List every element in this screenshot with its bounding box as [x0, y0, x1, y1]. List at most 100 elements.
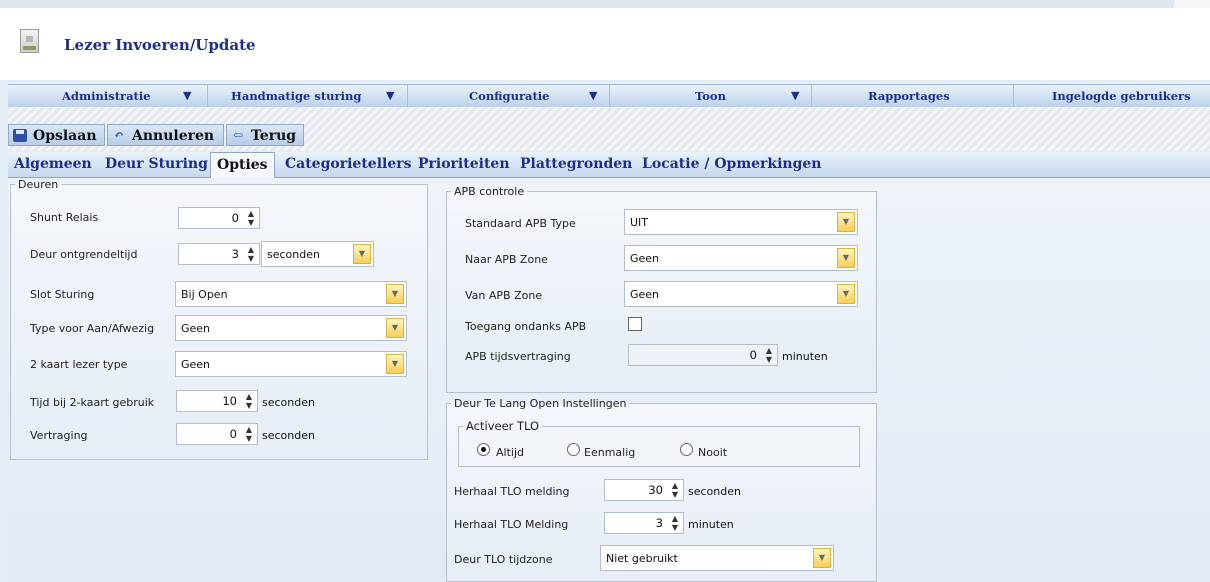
spin-arrows-icon[interactable]: ▲ ▼	[766, 346, 772, 364]
shunt-relais-value: 0	[231, 211, 239, 225]
shunt-relais-label: Shunt Relais	[30, 211, 99, 224]
back-button[interactable]: ⇦ Terug	[226, 124, 304, 146]
toegang-ondanks-apb-checkbox[interactable]	[628, 317, 642, 331]
standaard-apb-type-label: Standaard APB Type	[465, 217, 576, 230]
spin-arrows-icon[interactable]: ▲ ▼	[672, 481, 678, 499]
van-apb-zone-label: Van APB Zone	[465, 289, 543, 302]
tijd-2kaart-stepper[interactable]: 10 ▲ ▼	[176, 390, 258, 412]
menu-administratie[interactable]: Administratie ▼	[8, 85, 208, 107]
tijd-2kaart-value: 10	[222, 394, 237, 408]
deur-ontgrendeltijd-stepper[interactable]: 3 ▲ ▼	[178, 243, 260, 265]
vertraging-stepper[interactable]: 0 ▲ ▼	[176, 423, 258, 445]
deur-ontgrendeltijd-label: Deur ontgrendeltijd	[30, 248, 138, 261]
menu-configuratie[interactable]: Configuratie ▼	[408, 85, 610, 107]
naar-apb-zone-select[interactable]: Geen ▼	[624, 245, 858, 271]
page-title: Lezer Invoeren/Update	[64, 36, 256, 54]
apb-tijdsvertraging-label: APB tijdsvertraging	[465, 350, 571, 363]
kaart-lezer-type-label: 2 kaart lezer type	[30, 358, 128, 371]
window-corner	[1090, 0, 1210, 8]
dropdown-arrow-icon[interactable]: ▼	[813, 548, 831, 568]
ontgrendeltijd-unit-select[interactable]: seconden ▼	[261, 241, 374, 267]
menu-toon[interactable]: Toon ▼	[610, 85, 812, 107]
menu-ingelogde-gebruikers[interactable]: Ingelogde gebruikers	[1014, 85, 1210, 107]
back-arrow-icon: ⇦	[232, 128, 244, 142]
radio-nooit[interactable]	[680, 443, 693, 456]
menu-label: Rapportages	[868, 89, 950, 103]
dropdown-arrow-icon[interactable]: ▼	[837, 248, 855, 268]
spin-arrows-icon[interactable]: ▲ ▼	[248, 209, 254, 227]
menu-label: Configuratie	[469, 89, 550, 103]
tab-locatie-opmerkingen[interactable]: Locatie / Opmerkingen	[642, 152, 821, 177]
save-label: Opslaan	[33, 128, 97, 144]
chevron-down-icon: ▼	[589, 89, 598, 102]
slot-sturing-label: Slot Sturing	[30, 288, 95, 301]
vertraging-unit: seconden	[262, 429, 315, 442]
chevron-down-icon: ▼	[386, 89, 395, 102]
vertraging-label: Vertraging	[30, 429, 88, 442]
radio-nooit-label: Nooit	[698, 446, 728, 459]
deur-tlo-tijdzone-select[interactable]: Niet gebruikt ▼	[600, 545, 834, 571]
van-apb-zone-select[interactable]: Geen ▼	[624, 281, 858, 307]
standaard-apb-type-select[interactable]: UIT ▼	[624, 209, 858, 235]
tab-plattegronden[interactable]: Plattegronden	[520, 152, 632, 177]
van-apb-zone-value: Geen	[630, 288, 660, 301]
menu-rapportages[interactable]: Rapportages	[812, 85, 1014, 107]
spin-arrows-icon[interactable]: ▲ ▼	[246, 425, 252, 443]
herhaal-tlo-melding-min-unit: minuten	[688, 518, 734, 531]
standaard-apb-type-value: UIT	[630, 216, 649, 229]
naar-apb-zone-value: Geen	[630, 252, 660, 265]
activeer-tlo-legend: Activeer TLO	[466, 419, 540, 433]
tlo-legend: Deur Te Lang Open Instellingen	[454, 397, 627, 410]
cancel-button[interactable]: ↶ Annuleren	[107, 124, 224, 146]
radio-altijd-label: Altijd	[496, 446, 524, 459]
tab-algemeen[interactable]: Algemeen	[14, 152, 92, 177]
tab-prioriteiten[interactable]: Prioriteiten	[418, 152, 510, 177]
ontgrendeltijd-unit-value: seconden	[267, 248, 320, 261]
chevron-down-icon: ▼	[183, 89, 192, 102]
type-aan-afwezig-select[interactable]: Geen ▼	[175, 315, 407, 341]
tijd-2kaart-unit: seconden	[262, 396, 315, 409]
slot-sturing-value: Bij Open	[181, 288, 228, 301]
dropdown-arrow-icon[interactable]: ▼	[386, 354, 404, 374]
herhaal-tlo-melding-label: Herhaal TLO melding	[454, 485, 570, 498]
dropdown-arrow-icon[interactable]: ▼	[386, 318, 404, 338]
herhaal-tlo-melding-min-label: Herhaal TLO Melding	[454, 518, 569, 531]
cancel-label: Annuleren	[132, 128, 215, 144]
menu-handmatige-sturing[interactable]: Handmatige sturing ▼	[208, 85, 408, 107]
herhaal-tlo-melding-unit: seconden	[688, 485, 741, 498]
dropdown-arrow-icon[interactable]: ▼	[353, 244, 371, 264]
herhaal-tlo-melding-stepper[interactable]: 30 ▲ ▼	[604, 479, 684, 501]
menu-label: Administratie	[62, 89, 151, 103]
tab-opties[interactable]: Opties	[210, 152, 275, 178]
radio-eenmalig[interactable]	[567, 443, 580, 456]
tab-categorietellers[interactable]: Categorietellers	[285, 152, 412, 177]
save-button[interactable]: Opslaan	[8, 124, 105, 146]
spin-arrows-icon[interactable]: ▲ ▼	[248, 245, 254, 263]
main-menu: Administratie ▼ Handmatige sturing ▼ Con…	[8, 84, 1210, 108]
spin-arrows-icon[interactable]: ▲ ▼	[246, 392, 252, 410]
shunt-relais-stepper[interactable]: 0 ▲ ▼	[178, 207, 260, 229]
back-label: Terug	[251, 128, 297, 144]
deur-tlo-tijdzone-label: Deur TLO tijdzone	[454, 553, 553, 566]
dropdown-arrow-icon[interactable]: ▼	[386, 284, 404, 304]
deuren-legend: Deuren	[18, 178, 59, 191]
radio-altijd[interactable]	[477, 443, 490, 456]
herhaal-tlo-melding-min-value: 3	[655, 516, 663, 530]
deur-ontgrendeltijd-value: 3	[231, 247, 239, 261]
floppy-disk-icon	[13, 129, 27, 142]
dropdown-arrow-icon[interactable]: ▼	[837, 212, 855, 232]
dropdown-arrow-icon[interactable]: ▼	[837, 284, 855, 304]
menu-label: Handmatige sturing	[231, 89, 362, 103]
apb-tijdsvertraging-stepper[interactable]: 0 ▲ ▼	[628, 344, 778, 366]
tab-deur-sturing[interactable]: Deur Sturing	[105, 152, 208, 177]
herhaal-tlo-melding-min-stepper[interactable]: 3 ▲ ▼	[604, 512, 684, 534]
apb-tijdsvertraging-value: 0	[749, 348, 757, 362]
naar-apb-zone-label: Naar APB Zone	[465, 253, 548, 266]
tijd-2kaart-label: Tijd bij 2-kaart gebruik	[30, 396, 155, 409]
slot-sturing-select[interactable]: Bij Open ▼	[175, 281, 407, 307]
spin-arrows-icon[interactable]: ▲ ▼	[672, 514, 678, 532]
menu-label: Toon	[695, 89, 726, 103]
kaart-lezer-type-select[interactable]: Geen ▼	[175, 351, 407, 377]
type-aan-afwezig-value: Geen	[181, 322, 211, 335]
type-aan-afwezig-label: Type voor Aan/Afwezig	[30, 322, 155, 335]
